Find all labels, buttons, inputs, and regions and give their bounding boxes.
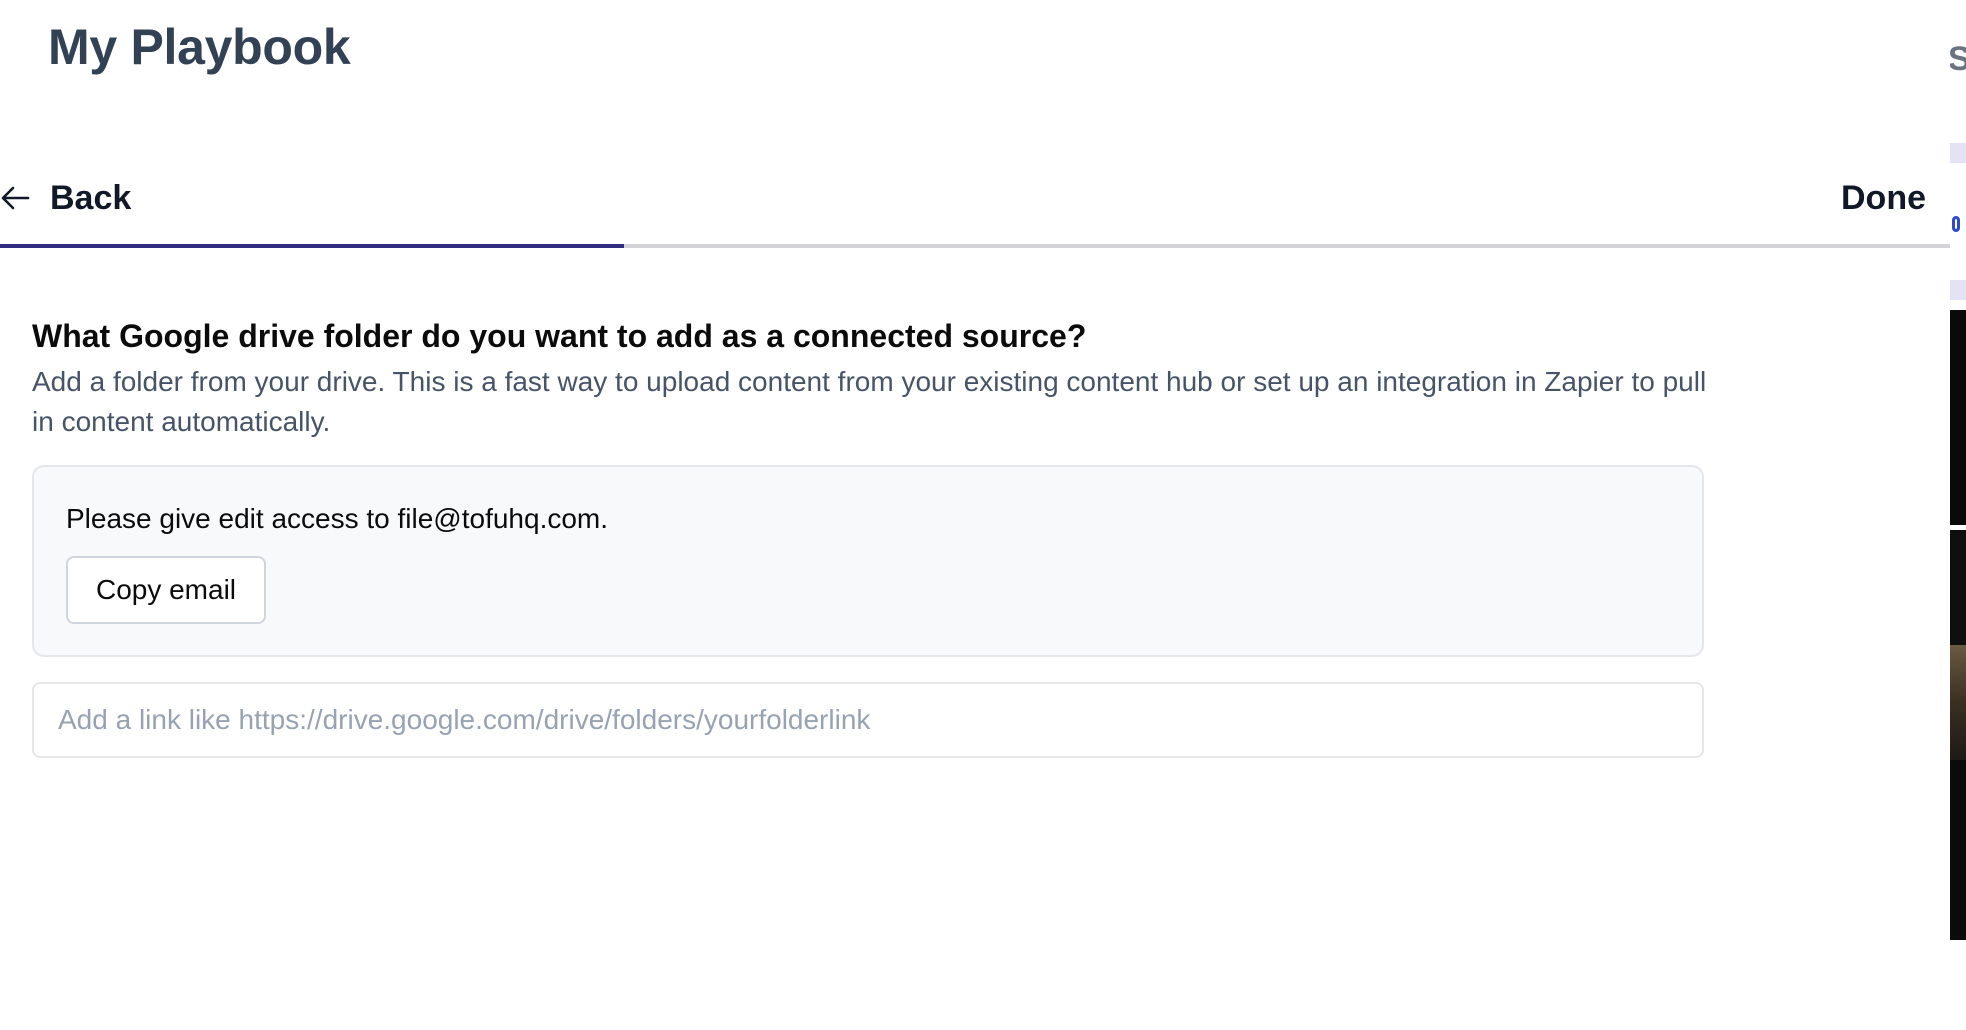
access-card: Please give edit access to file@tofuhq.c… — [32, 465, 1704, 657]
folder-link-input[interactable] — [32, 682, 1704, 758]
playbook-panel: My Playbook Back Done What Google drive … — [0, 0, 1950, 1030]
back-button-label: Back — [50, 178, 132, 217]
background-block — [1950, 760, 1966, 940]
question-heading: What Google drive folder do you want to … — [32, 318, 1087, 354]
access-message: Please give edit access to file@tofuhq.c… — [66, 503, 609, 534]
background-block — [1950, 530, 1966, 645]
arrow-left-icon — [0, 183, 30, 213]
background-block — [1950, 310, 1966, 525]
question-description: Add a folder from your drive. This is a … — [32, 366, 1707, 437]
back-button[interactable]: Back — [0, 172, 131, 224]
done-button[interactable]: Done — [1841, 172, 1926, 224]
background-glyph: S — [1950, 40, 1966, 78]
nav-row: Back Done — [0, 172, 1950, 224]
progress-bar-fill — [0, 244, 624, 248]
background-thumbnail — [1950, 645, 1966, 760]
background-bar — [1950, 280, 1966, 300]
progress-bar — [0, 244, 1950, 248]
background-bar — [1950, 143, 1966, 163]
background-window-edge: S — [1950, 0, 1966, 1030]
copy-email-button[interactable]: Copy email — [66, 556, 266, 624]
page: My Playbook Back Done What Google drive … — [0, 0, 1966, 1030]
page-title: My Playbook — [48, 19, 351, 75]
background-indicator — [1952, 216, 1960, 232]
